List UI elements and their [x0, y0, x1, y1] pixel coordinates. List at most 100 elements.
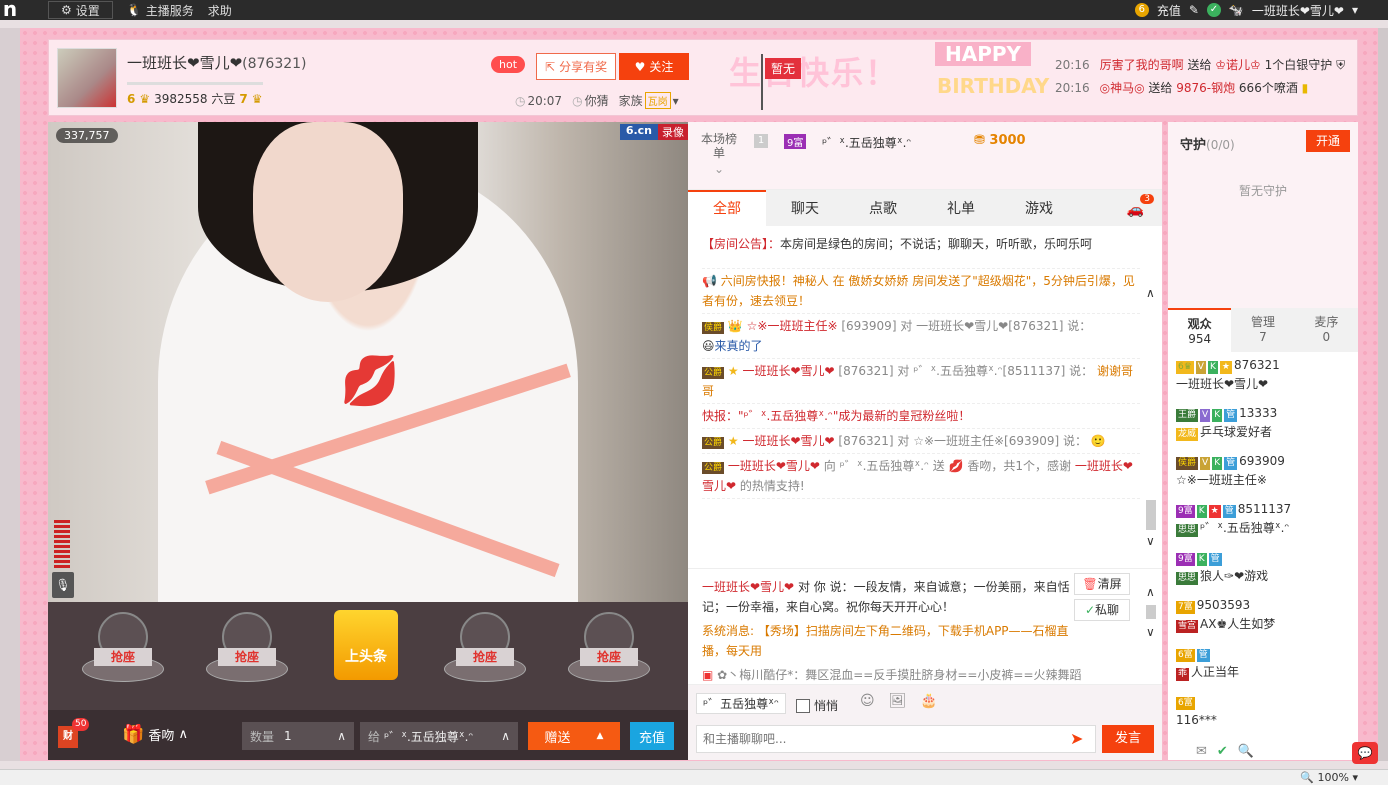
mic-icon[interactable]: 🎙: [52, 572, 74, 598]
user-avatar[interactable]: 🐄: [1229, 3, 1244, 17]
username[interactable]: 一班班长❤雪儿❤: [1252, 2, 1344, 19]
audience-list: 6♛ V K ★ 876321 一班班长❤雪儿❤ 王爵 V K 管 13333 龙威 乒乓球爱好者 侯…: [1176, 356, 1346, 740]
recipient-field[interactable]: 给 ᵖ゛ᕽ.五岳独尊ᕽ.ᵔ ∧: [360, 722, 518, 750]
scroll-thumb[interactable]: [1146, 605, 1156, 619]
gift-selector[interactable]: 🎁 香吻 ∧: [122, 724, 188, 745]
sender-name[interactable]: 一班班长❤雪儿❤: [742, 364, 834, 378]
viewer-count: 337,757: [56, 128, 118, 143]
user-name: 人正当年: [1191, 665, 1240, 679]
chevron-down-icon[interactable]: ▾: [1352, 3, 1358, 17]
notice-from[interactable]: ◎神马◎: [1100, 81, 1145, 95]
chevron-down-icon[interactable]: ∨: [1146, 625, 1155, 639]
clear-screen-button[interactable]: 🗑清屏: [1074, 573, 1130, 595]
chat-bubble-icon[interactable]: 💬: [1352, 742, 1378, 764]
tab-audience[interactable]: 观众 954: [1168, 308, 1232, 352]
whisper-checkbox[interactable]: [796, 698, 810, 713]
tab-song[interactable]: 点歌: [844, 190, 922, 226]
car-count: 3: [1140, 194, 1154, 204]
chat-target[interactable]: ᵖ゛五岳独尊ᕽᵔ: [696, 693, 786, 714]
send-message-button[interactable]: 发言: [1102, 725, 1154, 753]
user-name: 狼人✑❤游戏: [1200, 569, 1269, 583]
anchor-service-link[interactable]: 🐧 主播服务: [113, 0, 208, 20]
sender-name[interactable]: ☆※一班班主任※: [747, 319, 838, 333]
family-badge[interactable]: 瓦岗: [644, 92, 671, 109]
notice-to[interactable]: 9876-钢炮: [1176, 81, 1235, 95]
sender-name[interactable]: 一班班长❤雪儿❤: [742, 434, 834, 448]
chevron-down-icon[interactable]: ∨: [1146, 534, 1155, 548]
list-item[interactable]: 7富 9503593 雪宫 AX♚人生如梦: [1176, 596, 1346, 634]
edit-icon[interactable]: ✎: [1189, 3, 1199, 17]
volume-meter[interactable]: [54, 520, 70, 568]
video-player[interactable]: 💋 337,757 6.cn 录像 🎙: [48, 122, 688, 602]
scroll-thumb[interactable]: [1146, 500, 1156, 530]
seat[interactable]: 抢座: [82, 610, 164, 690]
tab-mic-queue[interactable]: 麦序 0: [1295, 308, 1358, 352]
chevron-up-icon[interactable]: ∧: [501, 729, 510, 743]
seat[interactable]: 抢座: [568, 610, 650, 690]
user-name: AX♚人生如梦: [1200, 617, 1276, 631]
site-logo[interactable]: n: [0, 0, 20, 20]
seat[interactable]: 抢座: [206, 610, 288, 690]
chevron-up-icon[interactable]: ∧: [1146, 585, 1155, 599]
whisper-toggle[interactable]: 悄悄: [796, 697, 838, 714]
guess-label[interactable]: 你猜: [585, 92, 609, 109]
rank-user[interactable]: ᵖ゛ᕽ.五岳独尊ᕽ.ᵔ: [822, 134, 911, 151]
list-item[interactable]: 6富 116***: [1176, 692, 1346, 730]
list-item[interactable]: 6♛ V K ★ 876321 一班班长❤雪儿❤: [1176, 356, 1346, 394]
list-item[interactable]: 侯爵 V K 管 693909 ☆※一班班主任※: [1176, 452, 1346, 490]
recharge-button[interactable]: 充值: [630, 722, 674, 750]
private-chat-button[interactable]: ✓私聊: [1074, 599, 1130, 621]
notice-from[interactable]: 厉害了我的哥啊: [1100, 58, 1184, 72]
tab-all[interactable]: 全部: [688, 190, 766, 226]
tab-admins[interactable]: 管理 7: [1231, 308, 1294, 352]
sender-name[interactable]: 一班班长❤雪儿❤: [728, 459, 820, 473]
chat-scrollbar[interactable]: ∧ ∨: [1146, 286, 1156, 550]
list-item[interactable]: 王爵 V K 管 13333 龙威 乒乓球爱好者: [1176, 404, 1346, 442]
notice-to[interactable]: ♔诺儿♔: [1215, 58, 1261, 72]
chevron-down-icon[interactable]: ⌄: [714, 162, 724, 176]
send-plane-icon[interactable]: ➤: [1070, 729, 1083, 748]
rank-coins-value: 3000: [989, 133, 1026, 148]
tab-chat[interactable]: 聊天: [766, 190, 844, 226]
anchor-avatar[interactable]: [57, 48, 117, 108]
record-button[interactable]: 录像: [658, 124, 688, 140]
check-icon[interactable]: ✔: [1217, 744, 1228, 759]
recharge-link[interactable]: 充值: [1157, 2, 1181, 19]
private-scrollbar[interactable]: ∧ ∨: [1146, 585, 1156, 675]
car-icon[interactable]: 🚗 3: [1127, 194, 1154, 218]
wealth-badge[interactable]: 50 财: [58, 718, 90, 748]
zoom-level[interactable]: 🔍 100% ▾: [1300, 771, 1358, 784]
quantity-field[interactable]: 数量 1 ∧: [242, 722, 354, 750]
audience-panel: 守护(0/0) 开通 暂无守护 观众 954 管理 7 麦序 0 6♛ V K ★ 87632…: [1168, 122, 1358, 760]
mail-icon[interactable]: ✉: [1196, 744, 1207, 759]
chat-input[interactable]: [696, 725, 1096, 753]
send-gift-button[interactable]: 赠送 ▲: [528, 722, 620, 750]
list-item: 📢 六间房快报！神秘人 在 傲娇女娇娇 房间发送了"超级烟花"，5分钟后引爆，见…: [702, 269, 1140, 314]
help-link[interactable]: 求助: [208, 0, 246, 20]
open-guard-button[interactable]: 开通: [1306, 130, 1350, 152]
caret-up-icon[interactable]: ▲: [597, 731, 604, 741]
chevron-up-icon[interactable]: ∧: [337, 729, 346, 743]
cake-icon[interactable]: 🎂: [920, 693, 937, 709]
image-icon[interactable]: 🖼: [889, 693, 907, 709]
headline-button[interactable]: 上头条: [334, 610, 398, 680]
emoji-icon[interactable]: ☺: [860, 693, 875, 709]
list-item[interactable]: 6富管乖人正当年: [1176, 644, 1346, 682]
gift-name: 香吻: [148, 729, 175, 744]
chevron-down-icon[interactable]: ▾: [673, 94, 679, 108]
follow-button[interactable]: ♥ 关注: [619, 53, 689, 80]
list-item[interactable]: 9富 K ★ 管 8511137 思思 ᵖ゛ᕽ.五岳独尊ᕽ.ᵔ: [1176, 500, 1346, 538]
coin-icon: ⛃: [974, 133, 990, 148]
tab-games[interactable]: 游戏: [1000, 190, 1078, 226]
sender-name[interactable]: 一班班长❤雪儿❤: [702, 580, 794, 594]
check-icon[interactable]: ✓: [1206, 3, 1221, 17]
seat[interactable]: 抢座: [444, 610, 526, 690]
share-button[interactable]: ⇱ 分享有奖: [536, 53, 617, 80]
settings-button[interactable]: ⚙ 设置: [48, 1, 113, 19]
list-item[interactable]: 9富 K 管思思 狼人✑❤游戏: [1176, 548, 1346, 586]
search-icon[interactable]: 🔍: [1238, 744, 1254, 759]
chevron-up-icon[interactable]: ∧: [1146, 286, 1155, 300]
tab-gifts[interactable]: 礼单: [922, 190, 1000, 226]
rank-label[interactable]: 本场榜单: [698, 132, 740, 160]
message-meta: 向 ᵖ゛ᕽ.五岳独尊ᕽ.ᵔ 送: [823, 459, 945, 473]
